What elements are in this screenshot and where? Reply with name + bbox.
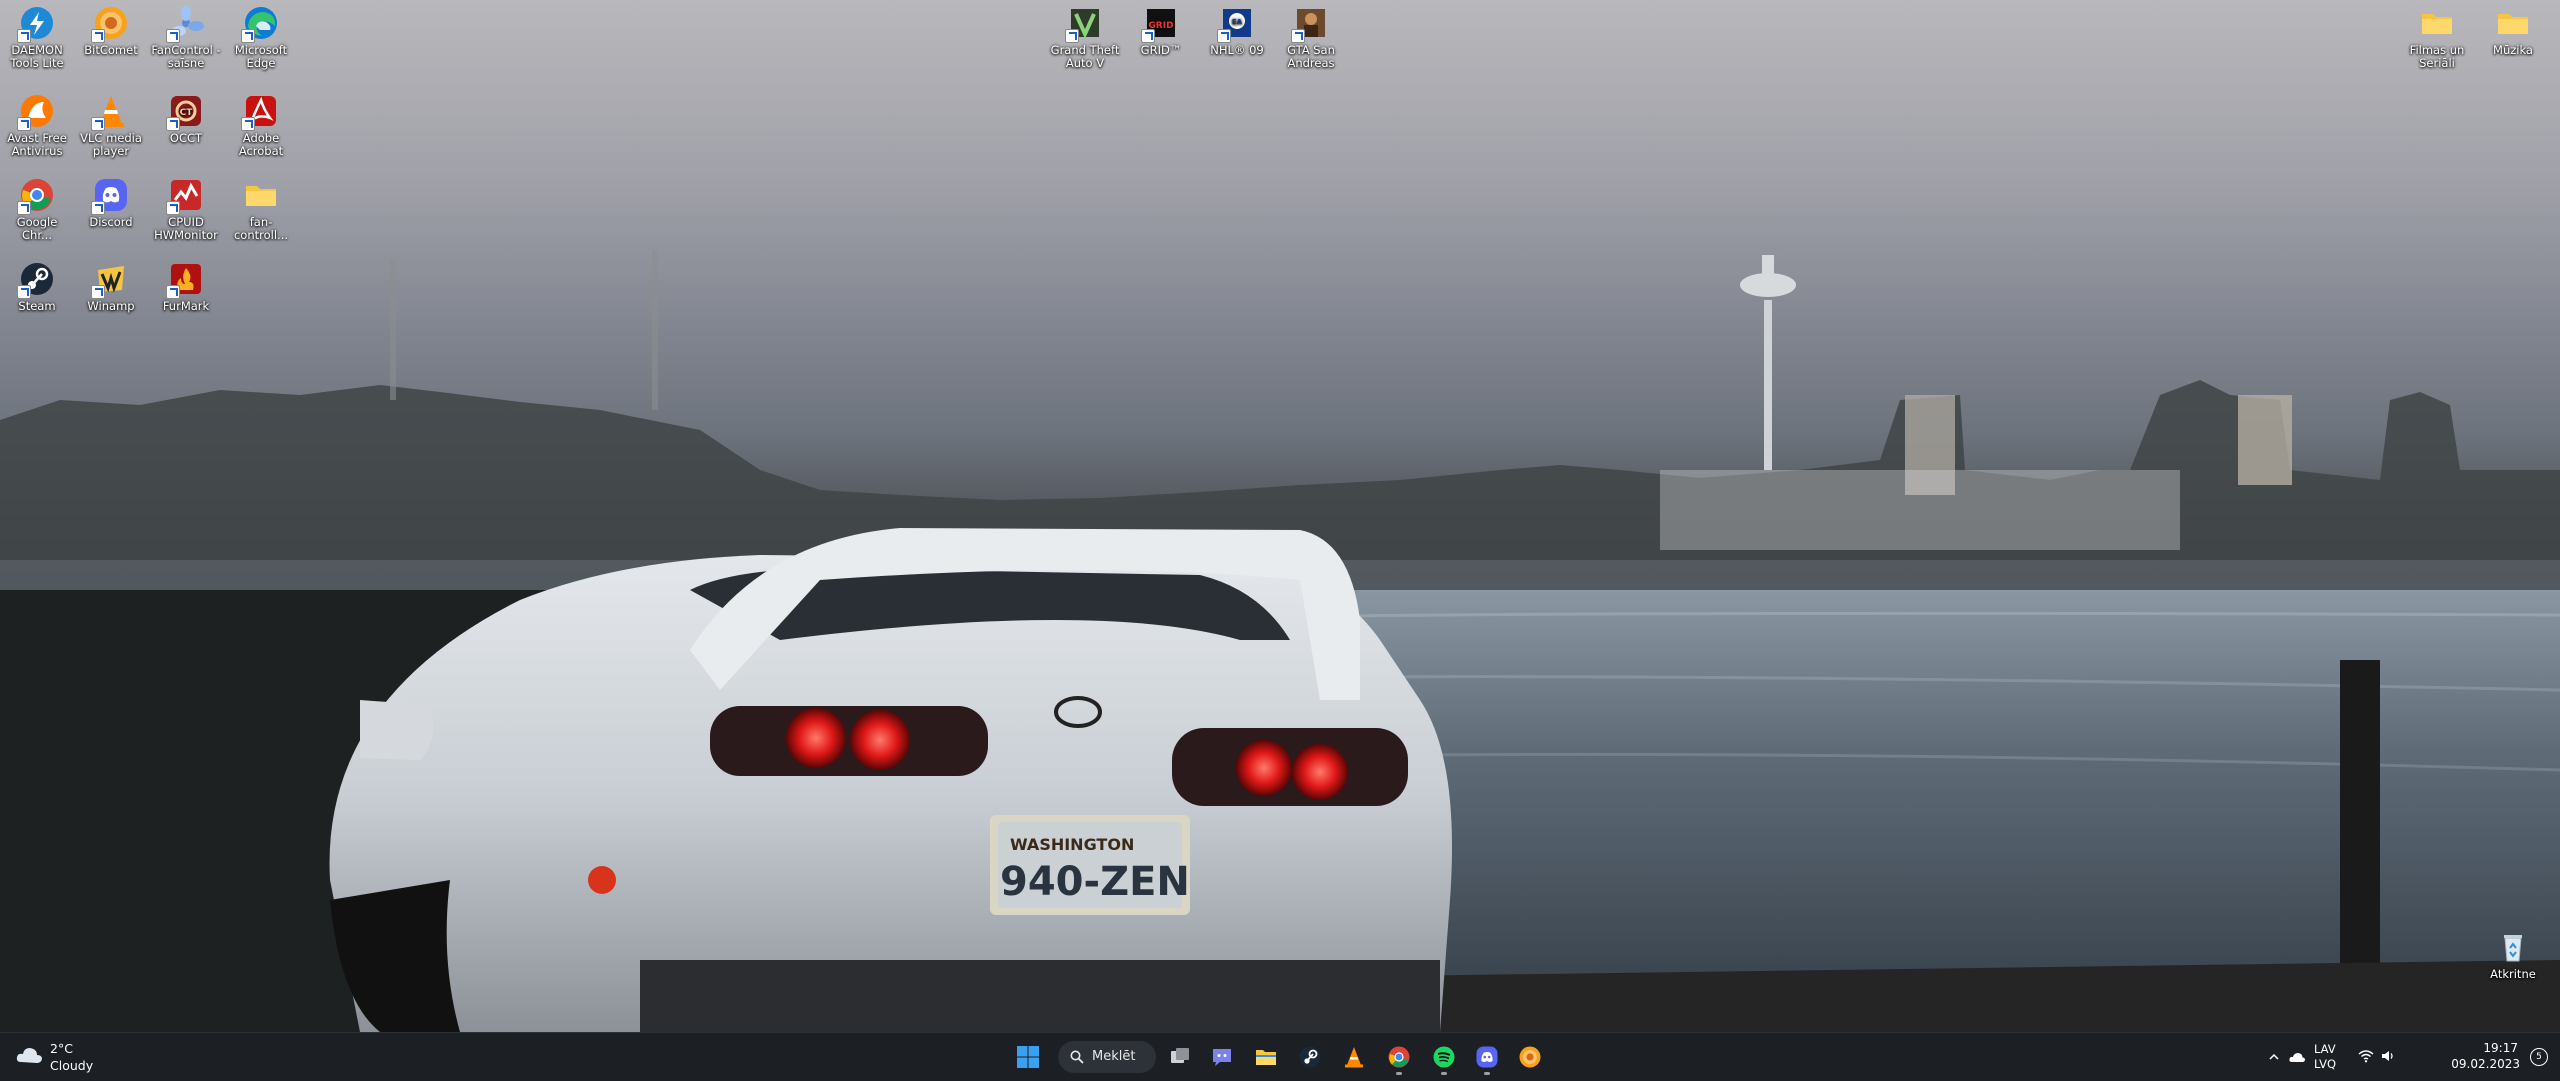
spotify-icon	[1433, 1046, 1455, 1068]
desktop-icon-label: BitComet	[84, 43, 138, 57]
weather-temperature: 2°C	[50, 1041, 73, 1056]
chrome-icon	[1388, 1046, 1410, 1068]
svg-text:EA: EA	[1232, 18, 1243, 26]
clock-time[interactable]: 19:17	[2448, 1041, 2518, 1055]
start-button[interactable]	[1010, 1039, 1046, 1075]
discord-taskbar-button[interactable]	[1469, 1039, 1505, 1075]
desktop-icon-steam[interactable]: Steam	[0, 260, 74, 313]
desktop-icon-label: CPUID HWMonitor	[154, 215, 218, 242]
input-language-top[interactable]: LAV	[2314, 1042, 2336, 1056]
chrome-taskbar-button[interactable]	[1381, 1039, 1417, 1075]
running-indicator	[1441, 1072, 1447, 1075]
desktop-icon-discord[interactable]: Discord	[74, 176, 148, 229]
desktop-icon-filmas-folder[interactable]: Filmas un Seriāli	[2400, 4, 2474, 70]
desktop-icon-label: Filmas un Seriāli	[2409, 43, 2465, 70]
system-tray: LAV LVQ 19:17 09.02.2023 5	[2260, 1033, 2560, 1081]
folder-icon	[2422, 14, 2452, 34]
discord-icon	[1476, 1046, 1498, 1068]
task-view-button[interactable]	[1162, 1039, 1198, 1075]
bitcomet-icon	[1519, 1046, 1541, 1068]
desktop-icon-label: Atkritne	[2490, 967, 2536, 981]
desktop-icon-label: Google Chr...	[16, 215, 58, 242]
plate-state-text: WASHINGTON	[1010, 835, 1134, 854]
desktop-icon-label: fan-controll...	[233, 215, 289, 242]
taskbar-search-box[interactable]: Meklēt	[1058, 1041, 1156, 1073]
folder-icon	[1256, 1050, 1276, 1065]
spotify-taskbar-button[interactable]	[1426, 1039, 1462, 1075]
svg-text:CT: CT	[180, 108, 194, 118]
onedrive-cloud-icon[interactable]	[2288, 1049, 2306, 1065]
desktop-wallpaper: WASHINGTON 940-ZEN	[0, 0, 2560, 1032]
desktop-icon-label: Mūzika	[2493, 43, 2533, 57]
desktop-icon-label: FanControl - saīsne	[151, 43, 221, 70]
desktop-icon-gta-sa[interactable]: GTA San Andreas	[1274, 4, 1348, 70]
desktop-icon-acrobat[interactable]: Adobe Acrobat	[224, 92, 298, 158]
folder-icon	[246, 186, 276, 206]
desktop-icon-bitcomet[interactable]: BitComet	[74, 4, 148, 57]
running-indicator	[1396, 1072, 1402, 1075]
desktop-icon-gta-v[interactable]: Grand Theft Auto V	[1048, 4, 1122, 70]
bitcomet-taskbar-button[interactable]	[1512, 1039, 1548, 1075]
desktop-icon-edge[interactable]: Microsoft Edge	[224, 4, 298, 70]
windows-start-icon	[1017, 1046, 1039, 1068]
desktop-icon-label: Discord	[89, 215, 133, 229]
desktop-icon-daemon-tools[interactable]: DAEMON Tools Lite	[0, 4, 74, 70]
folder-icon	[2498, 14, 2528, 34]
plate-number-text: 940-ZEN	[1000, 859, 1190, 905]
desktop-icon-label: Grand Theft Auto V	[1050, 43, 1120, 70]
desktop-icon-recycle-bin[interactable]: Atkritne	[2476, 928, 2550, 981]
search-label: Meklēt	[1092, 1049, 1136, 1064]
desktop-icon-label: FurMark	[162, 299, 210, 313]
desktop-icon-grid[interactable]: GRID GRID™	[1124, 4, 1198, 57]
desktop-icon-furmark[interactable]: FurMark	[149, 260, 223, 313]
desktop-icon-vlc[interactable]: VLC media player	[74, 92, 148, 158]
desktop-icon-muzika-folder[interactable]: Mūzika	[2476, 4, 2550, 57]
desktop-icon-fan-control-folder[interactable]: fan-controll...	[224, 176, 298, 242]
wifi-icon[interactable]	[2358, 1049, 2374, 1063]
task-view-icon	[1171, 1048, 1189, 1063]
desktop-icon-nhl09[interactable]: EA NHL® 09	[1200, 4, 1274, 57]
search-icon	[1070, 1050, 1084, 1064]
desktop-icon-label: NHL® 09	[1210, 43, 1264, 57]
recycle-bin-icon	[2504, 935, 2522, 962]
chat-button[interactable]	[1204, 1039, 1240, 1075]
desktop-icon-avast[interactable]: Avast Free Antivirus	[0, 92, 74, 158]
input-language-bottom[interactable]: LVQ	[2314, 1057, 2336, 1071]
file-explorer-button[interactable]	[1248, 1039, 1284, 1075]
desktop-icon-label: GTA San Andreas	[1287, 43, 1335, 70]
weather-description: Cloudy	[50, 1058, 94, 1073]
vlc-taskbar-button[interactable]	[1336, 1039, 1372, 1075]
steam-taskbar-button[interactable]	[1292, 1039, 1328, 1075]
clock-date[interactable]: 09.02.2023	[2446, 1057, 2520, 1071]
desktop-icon-label: OCCT	[169, 131, 203, 145]
wallpaper-art: WASHINGTON 940-ZEN	[0, 250, 2560, 1032]
desktop-icon-label: Adobe Acrobat	[238, 131, 284, 158]
notification-badge[interactable]: 5	[2530, 1048, 2548, 1066]
desktop-icon-winamp[interactable]: Winamp	[74, 260, 148, 313]
desktop-icon-label: Avast Free Antivirus	[7, 131, 67, 158]
vlc-icon	[1345, 1047, 1363, 1068]
desktop-icon-hwmonitor[interactable]: CPUID HWMonitor	[149, 176, 223, 242]
cloud-icon	[16, 1048, 42, 1063]
weather-widget[interactable]: 2°C Cloudy	[14, 1040, 93, 1074]
speaker-icon[interactable]	[2380, 1049, 2396, 1063]
desktop-icon-occt[interactable]: CT OCCT	[149, 92, 223, 145]
taskbar: 2°C Cloudy Meklēt LAV LVQ 19:17 09.02.20…	[0, 1032, 2560, 1081]
desktop-icon-chrome[interactable]: Google Chr...	[0, 176, 74, 242]
desktop-icon-label: GRID™	[1140, 43, 1182, 57]
chevron-up-icon[interactable]	[2268, 1051, 2280, 1063]
desktop-icon-label: DAEMON Tools Lite	[10, 43, 64, 70]
desktop-icon-label: Winamp	[87, 299, 135, 313]
desktop-icon-label: VLC media player	[80, 131, 142, 158]
desktop-icon-fancontrol[interactable]: FanControl - saīsne	[149, 4, 223, 70]
chat-icon	[1213, 1049, 1231, 1066]
desktop-icon-label: Microsoft Edge	[234, 43, 288, 70]
desktop-icon-label: Steam	[18, 299, 56, 313]
steam-icon	[1299, 1046, 1321, 1068]
running-indicator	[1484, 1072, 1490, 1075]
